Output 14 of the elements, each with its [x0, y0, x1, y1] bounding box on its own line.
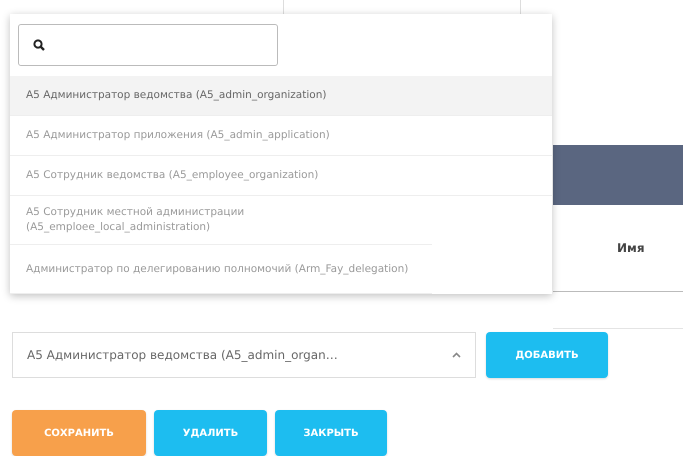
dropdown-option[interactable]: А5 Администратор приложения (A5_admin_application) — [10, 116, 552, 156]
save-button[interactable]: СОХРАНИТЬ — [12, 410, 146, 456]
dropdown-option[interactable]: А5 Сотрудник ведомства (A5_employee_organization) — [10, 156, 552, 196]
add-button[interactable]: ДОБАВИТЬ — [486, 332, 608, 378]
caret-icon — [452, 352, 461, 358]
dropdown-option[interactable]: А5 Администратор ведомства (A5_admin_organization) — [10, 76, 552, 116]
role-select[interactable]: А5 Администратор ведомства (A5_admin_organ… — [12, 332, 476, 378]
close-button[interactable]: ЗАКРЫТЬ — [275, 410, 387, 456]
delete-button[interactable]: УДАЛИТЬ — [154, 410, 267, 456]
search-icon — [33, 39, 45, 51]
dropdown-option[interactable]: А5 Сотрудник местной администрации (A5_emploee_local_administration) — [10, 196, 432, 245]
column-header: Имя — [617, 241, 645, 255]
dropdown-option[interactable]: Администратор по делегированию полномочий (Arm_Fay_delegation) — [10, 245, 432, 294]
search-field[interactable] — [18, 24, 278, 66]
